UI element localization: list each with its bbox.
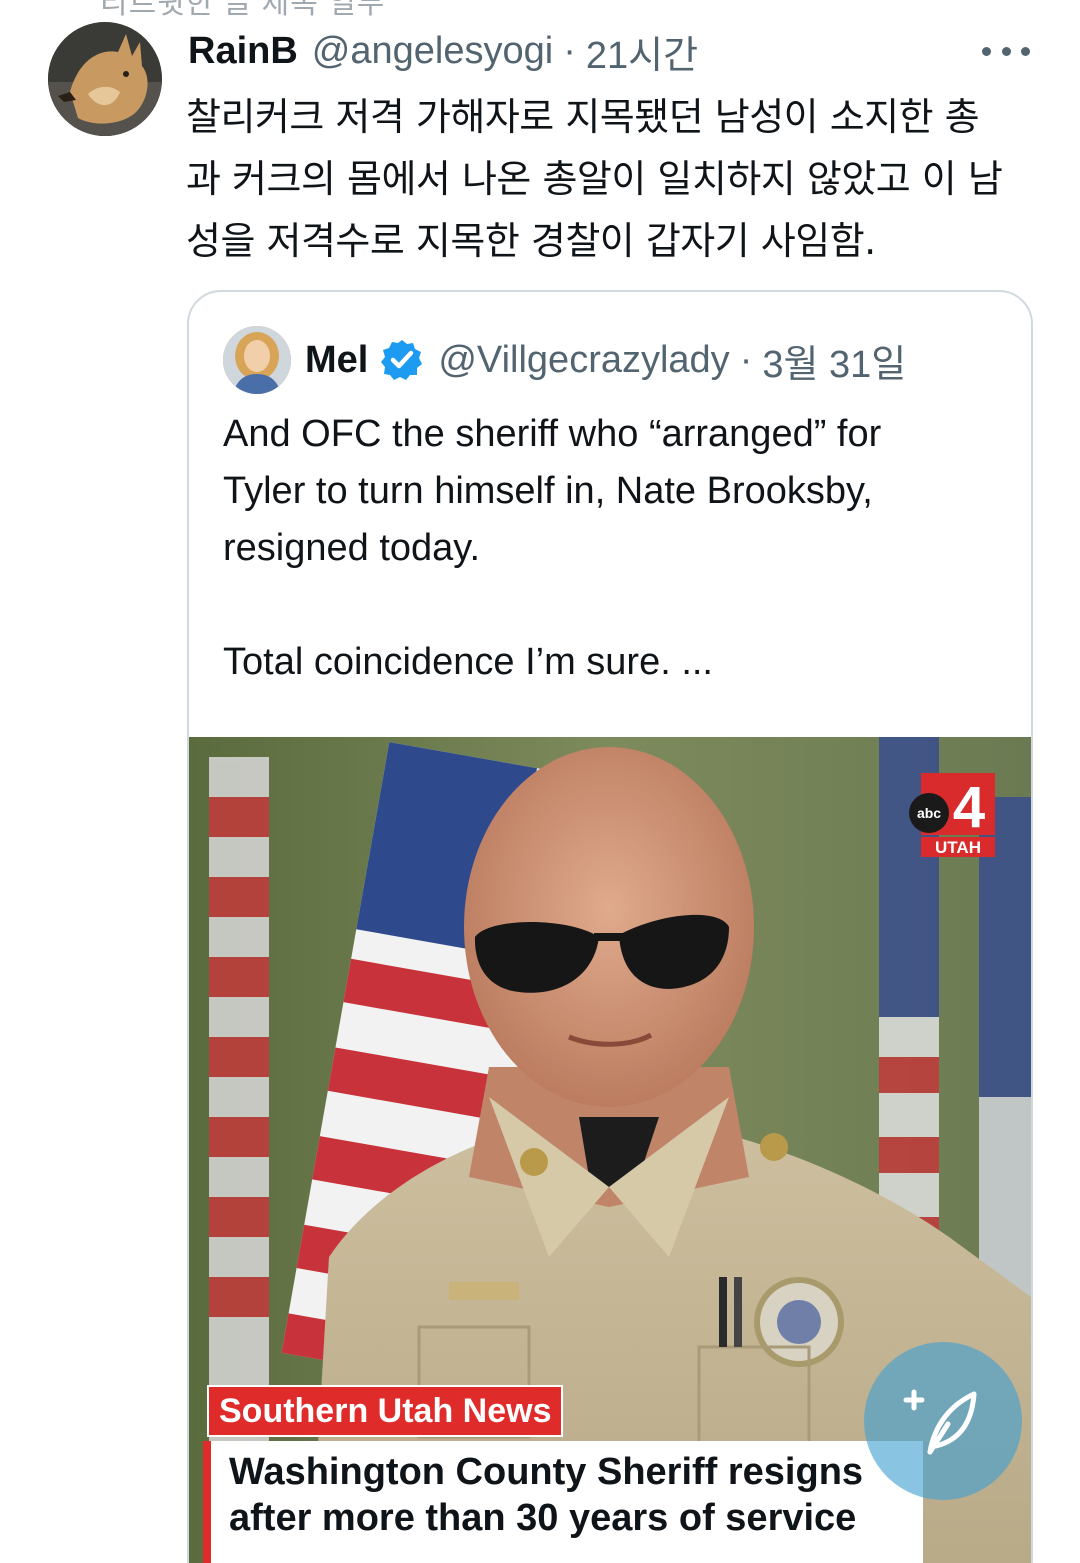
more-options-icon[interactable] xyxy=(982,36,1030,66)
quoted-author-handle[interactable]: @Villgecrazylady xyxy=(438,339,729,382)
quoted-author-display-name[interactable]: Mel xyxy=(305,339,368,382)
tweet-header: RainB @angelesyogi · 21시간 xyxy=(188,28,698,77)
quoted-header-separator: · xyxy=(739,338,753,381)
more-dot xyxy=(1021,46,1030,56)
tweet-text: 찰리커크 저격 가해자로 지목됐던 남성이 소지한 총 과 커크의 몸에서 나온… xyxy=(186,86,1046,272)
more-dot xyxy=(982,46,991,56)
tweet-text-line: 찰리커크 저격 가해자로 지목됐던 남성이 소지한 총 xyxy=(186,95,980,139)
abc4-utah-logo: 4 abc UTAH xyxy=(907,773,999,859)
quoted-tweet-text: And OFC the sheriff who “arranged” for T… xyxy=(223,406,1003,691)
verified-badge-icon xyxy=(380,338,424,382)
quoted-text-line: Tyler to turn himself in, Nate Brooksby, xyxy=(223,470,873,512)
news-source-tag: Southern Utah News xyxy=(207,1385,564,1437)
headline-line: after more than 30 years of service xyxy=(229,1497,857,1539)
tweet-text-line: 성을 저격수로 지목한 경찰이 갑자기 사임함. xyxy=(186,219,876,263)
author-avatar[interactable] xyxy=(48,22,162,136)
quoted-tweet-header: Mel @Villgecrazylady · 3월 31일 xyxy=(305,332,906,388)
header-separator: · xyxy=(563,29,576,72)
quoted-author-avatar[interactable] xyxy=(223,326,291,394)
quoted-tweet-timestamp[interactable]: 3월 31일 xyxy=(762,333,906,388)
station-abc-text: abc xyxy=(917,805,941,821)
compose-feather-icon xyxy=(903,1389,977,1455)
woman-avatar-icon xyxy=(223,326,291,394)
tweet-detail-screen: 리트윗한 글 제목 일부 RainB @angelesyogi · 21시간 찰… xyxy=(0,0,1080,1563)
news-headline: Washington County Sheriff resigns after … xyxy=(203,1441,923,1563)
author-handle[interactable]: @angelesyogi xyxy=(312,30,553,73)
more-dot xyxy=(1001,46,1011,56)
author-display-name[interactable]: RainB xyxy=(188,30,298,73)
quoted-text-line: And OFC the sheriff who “arranged” for xyxy=(223,413,882,455)
tweet-timestamp[interactable]: 21시간 xyxy=(586,24,698,79)
headline-line: Washington County Sheriff resigns xyxy=(229,1451,864,1493)
tweet-text-line: 과 커크의 몸에서 나온 총알이 일치하지 않았고 이 남 xyxy=(186,157,1003,201)
reply-context-strip: 리트윗한 글 제목 일부 xyxy=(100,0,386,20)
quoted-text-line: resigned today. xyxy=(223,527,481,569)
station-region: UTAH xyxy=(935,838,981,857)
quoted-text-line[interactable]: Total coincidence I’m sure. ... xyxy=(223,634,1003,691)
dog-avatar-icon xyxy=(48,22,162,136)
compose-button[interactable] xyxy=(864,1342,1022,1500)
station-number: 4 xyxy=(953,775,985,840)
